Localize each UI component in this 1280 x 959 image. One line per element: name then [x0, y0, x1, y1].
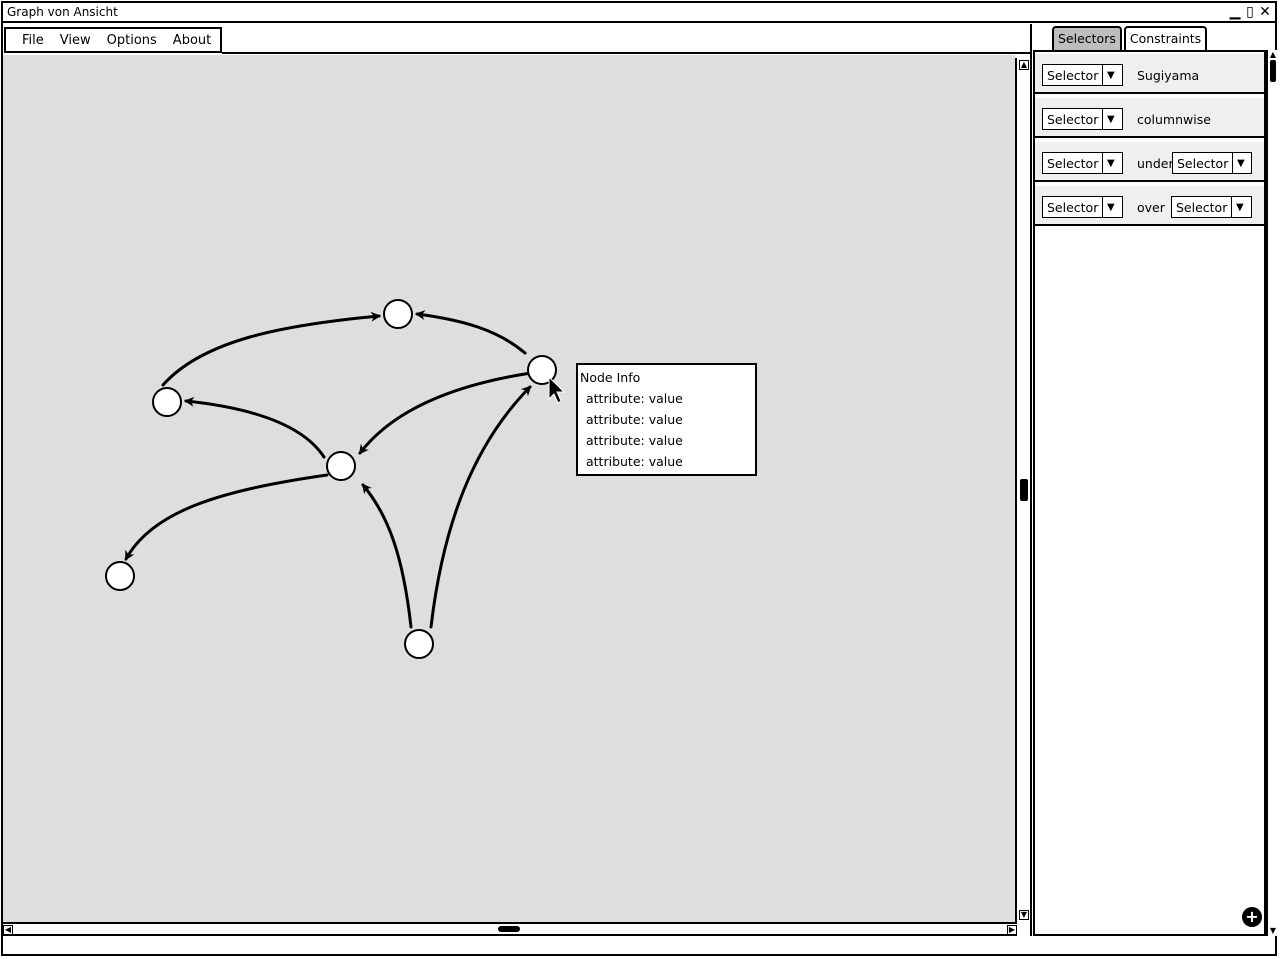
dropdown-arrow-icon[interactable]: ▼ [1232, 153, 1248, 173]
scroll-down-icon[interactable]: ▼ [1268, 926, 1278, 936]
scroll-right-icon[interactable]: ▶ [1007, 925, 1017, 935]
title-bar: Graph von Ansicht ▁ ▯ ✕ [3, 3, 1277, 23]
selector-dropdown[interactable]: Selector ▼ [1042, 152, 1123, 174]
dropdown-arrow-icon[interactable]: ▼ [1102, 109, 1118, 129]
graph-node[interactable] [383, 299, 413, 329]
node-info-tooltip: Node Info attribute: value attribute: va… [576, 363, 757, 476]
constraint-row: Selector ▼ Sugiyama [1035, 54, 1264, 94]
graph-edge[interactable] [358, 371, 533, 455]
selector-dropdown-label: Selector [1047, 111, 1099, 127]
scroll-down-icon[interactable]: ▼ [1019, 910, 1029, 920]
graph-edge[interactable] [415, 310, 527, 355]
tooltip-attribute: attribute: value [586, 412, 683, 427]
graph-node[interactable] [326, 451, 356, 481]
menu-about[interactable]: About [173, 33, 211, 48]
graph-node[interactable] [404, 629, 434, 659]
panel-divider [1030, 24, 1032, 936]
constraints-panel: Selector ▼ Sugiyama Selector ▼ columnwis… [1033, 50, 1266, 936]
tab-constraints[interactable]: Constraints [1123, 26, 1208, 50]
menubar-underline [222, 24, 1030, 54]
constraint-row: Selector ▼ columnwise [1035, 98, 1264, 138]
mouse-cursor-icon [548, 375, 566, 404]
menu-file[interactable]: File [22, 33, 44, 48]
window-title: Graph von Ansicht [7, 5, 118, 19]
dropdown-arrow-icon[interactable]: ▼ [1231, 197, 1247, 217]
menu-view[interactable]: View [60, 33, 91, 48]
selector-dropdown-label: Selector [1047, 67, 1099, 83]
scroll-thumb[interactable] [1020, 479, 1028, 501]
constraint-text: under [1137, 156, 1174, 171]
menu-options[interactable]: Options [107, 33, 157, 48]
second-selector-dropdown[interactable]: Selector ▼ [1172, 152, 1252, 174]
selector-dropdown-label: Selector [1047, 155, 1099, 171]
graph-node[interactable] [105, 561, 135, 591]
tooltip-attribute: attribute: value [586, 391, 683, 406]
dropdown-arrow-icon[interactable]: ▼ [1102, 197, 1118, 217]
tooltip-attribute: attribute: value [586, 454, 683, 469]
constraint-text: over [1137, 200, 1165, 215]
graph-canvas[interactable] [3, 55, 1015, 922]
selector-dropdown[interactable]: Selector ▼ [1042, 108, 1123, 130]
constraint-row: Selector ▼ under Selector ▼ [1035, 142, 1264, 182]
selector-dropdown[interactable]: Selector ▼ [1042, 64, 1123, 86]
scroll-up-icon[interactable]: ▲ [1268, 50, 1278, 60]
tab-selectors[interactable]: Selectors [1052, 26, 1122, 50]
close-icon[interactable]: ✕ [1259, 4, 1271, 20]
canvas-horizontal-scrollbar[interactable]: ◀ ▶ [3, 922, 1017, 936]
graph-edge[interactable] [361, 483, 413, 629]
scroll-up-icon[interactable]: ▲ [1019, 60, 1029, 70]
graph-edge[interactable] [161, 311, 381, 387]
menu-bar: File View Options About [4, 27, 222, 53]
constraint-text: Sugiyama [1137, 68, 1200, 83]
graph-edge[interactable] [429, 385, 532, 629]
selector-dropdown-label: Selector [1047, 199, 1099, 215]
selector-dropdown-label: Selector [1177, 155, 1229, 171]
dropdown-arrow-icon[interactable]: ▼ [1102, 153, 1118, 173]
selector-dropdown[interactable]: Selector ▼ [1042, 196, 1123, 218]
canvas-vertical-scrollbar[interactable]: ▲ ▼ [1015, 58, 1031, 922]
second-selector-dropdown[interactable]: Selector ▼ [1171, 196, 1252, 218]
status-bar [3, 936, 1277, 956]
graph-drawing [105, 299, 566, 659]
constraint-row: Selector ▼ over Selector ▼ [1035, 186, 1264, 226]
graph-edge[interactable] [184, 396, 326, 459]
plus-icon: + [1245, 907, 1259, 926]
scroll-left-icon[interactable]: ◀ [3, 925, 13, 935]
selector-dropdown-label: Selector [1176, 199, 1228, 215]
dropdown-arrow-icon[interactable]: ▼ [1102, 65, 1118, 85]
tooltip-title: Node Info [580, 370, 641, 385]
panel-vertical-scrollbar[interactable]: ▲ ▼ [1266, 50, 1278, 936]
scroll-thumb[interactable] [498, 926, 520, 932]
tooltip-attribute: attribute: value [586, 433, 683, 448]
maximize-icon[interactable]: ▯ [1244, 4, 1256, 20]
graph-node[interactable] [152, 387, 182, 417]
add-constraint-button[interactable]: + [1242, 907, 1262, 927]
graph-edge[interactable] [124, 473, 329, 561]
scroll-thumb[interactable] [1270, 60, 1276, 82]
panel-tabs: Selectors Constraints [1052, 26, 1209, 50]
minimize-icon[interactable]: ▁ [1229, 4, 1241, 20]
constraint-text: columnwise [1137, 112, 1211, 127]
